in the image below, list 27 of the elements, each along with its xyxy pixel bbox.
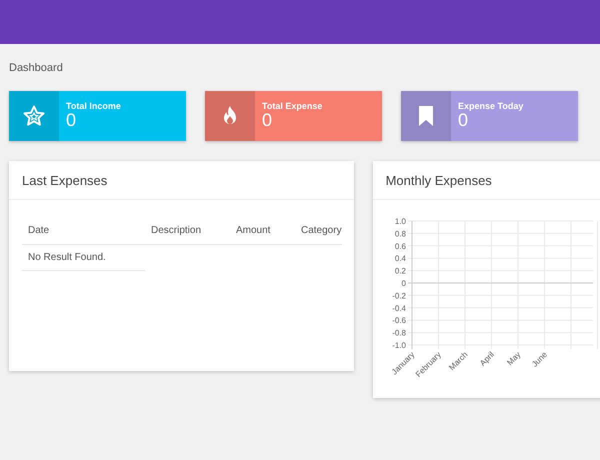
stat-value: 0 xyxy=(262,111,274,129)
tick-label: -0.6 xyxy=(392,316,406,326)
column-header: Date xyxy=(22,213,145,245)
stat-label: Expense Today xyxy=(458,101,524,111)
tick-label: 0.6 xyxy=(394,242,406,251)
tick-label: 0 xyxy=(401,279,406,288)
tick-label: -0.4 xyxy=(392,304,406,313)
tick-label: 0.4 xyxy=(394,254,406,264)
tick-label: -0.2 xyxy=(392,291,406,300)
panel-title: Monthly Expenses xyxy=(386,172,492,188)
tick-label: 0.2 xyxy=(394,266,406,276)
tick-label: -1.0 xyxy=(392,341,406,350)
stat-label: Total Expense xyxy=(262,101,322,111)
column-header: Description xyxy=(145,213,230,245)
column-header: Category xyxy=(295,213,342,245)
tick-label: -0.8 xyxy=(392,328,406,338)
tick-label: 1.0 xyxy=(394,217,406,226)
panel-title: Last Expenses xyxy=(22,172,108,188)
stat-label: Total Income xyxy=(66,101,121,111)
axis-label: May xyxy=(504,350,522,368)
page-title: Dashboard xyxy=(9,62,63,74)
stat-value: 0 xyxy=(458,111,468,129)
tick-label: 0.8 xyxy=(394,229,406,238)
stat-value: 0 xyxy=(66,111,78,129)
star-icon xyxy=(22,104,46,128)
empty-message: No Result Found. xyxy=(22,245,145,271)
column-header: Amount xyxy=(230,213,295,245)
